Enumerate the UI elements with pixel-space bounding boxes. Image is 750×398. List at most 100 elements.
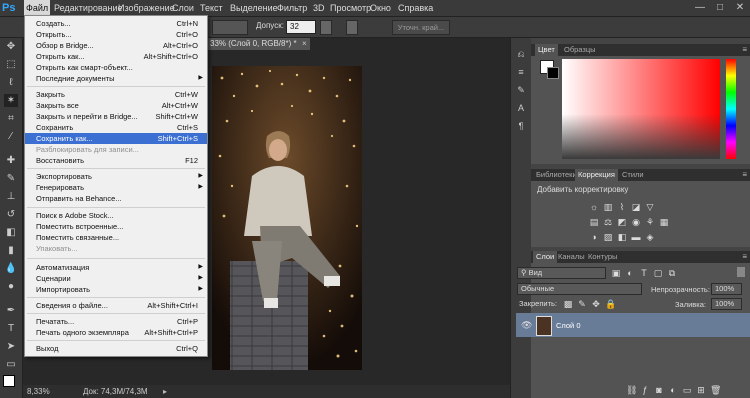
vibrance-icon[interactable]: ▽ xyxy=(645,202,655,212)
anti-alias-checkbox[interactable] xyxy=(320,20,332,35)
menu-item-place-embedded[interactable]: Поместить встроенные... xyxy=(25,221,207,232)
panel-menu-icon[interactable]: ≡ xyxy=(742,169,747,181)
threshold-icon[interactable]: ◧ xyxy=(617,232,627,242)
levels-icon[interactable]: ▥ xyxy=(603,202,613,212)
curves-icon[interactable]: ⌇ xyxy=(617,202,627,212)
marquee-tool-icon[interactable]: ⬚ xyxy=(4,58,18,71)
menu-item-exit[interactable]: Выход Ctrl+Q xyxy=(25,343,207,354)
minimize-button[interactable]: — xyxy=(690,0,710,16)
visibility-eye-icon[interactable]: 👁 xyxy=(521,320,532,331)
menu-item-search-stock[interactable]: Поиск в Adobe Stock... xyxy=(25,210,207,221)
contiguous-checkbox[interactable] xyxy=(346,20,358,35)
rectangle-tool-icon[interactable]: ▭ xyxy=(4,358,18,371)
hue-slider[interactable] xyxy=(726,59,736,159)
tab-libraries[interactable]: Библиотеки xyxy=(533,169,580,181)
menu-item-browse-bridge[interactable]: Обзор в Bridge... Alt+Ctrl+O xyxy=(25,40,207,51)
gradient-map-icon[interactable]: ▬ xyxy=(631,232,641,242)
maximize-button[interactable]: □ xyxy=(710,0,730,16)
character-panel-icon[interactable]: A xyxy=(515,102,527,114)
document-close-icon[interactable]: × xyxy=(302,38,310,50)
new-group-icon[interactable]: ▭ xyxy=(682,385,692,395)
color-lookup-icon[interactable]: ▦ xyxy=(659,217,669,227)
lock-position-icon[interactable]: ✥ xyxy=(591,299,601,309)
menu-item-generate[interactable]: Генерировать ▶ xyxy=(25,182,207,193)
menu-item-print-one-copy[interactable]: Печать одного экземпляра Alt+Shift+Ctrl+P xyxy=(25,327,207,338)
photo-filter-icon[interactable]: ◉ xyxy=(631,217,641,227)
layer-name[interactable]: Слой 0 xyxy=(556,321,581,330)
paragraph-panel-icon[interactable]: ¶ xyxy=(515,120,527,132)
menu-item-open-smart-object[interactable]: Открыть как смарт-объект... xyxy=(25,62,207,73)
color-field[interactable] xyxy=(562,59,720,159)
fill-input[interactable]: 100% xyxy=(711,298,742,310)
filter-smart-icon[interactable]: ⧉ xyxy=(667,268,677,278)
document-image[interactable] xyxy=(212,66,362,370)
menu-3d[interactable]: 3D xyxy=(311,0,327,16)
black-white-icon[interactable]: ◩ xyxy=(617,217,627,227)
background-color-swatch[interactable] xyxy=(547,67,559,79)
brush-tool-icon[interactable]: ✎ xyxy=(4,172,18,185)
foreground-color-swatch[interactable] xyxy=(3,375,15,387)
gradient-tool-icon[interactable]: ▮ xyxy=(4,244,18,257)
menu-item-open[interactable]: Открыть... Ctrl+O xyxy=(25,29,207,40)
menu-item-save[interactable]: Сохранить Ctrl+S xyxy=(25,122,207,133)
eyedropper-tool-icon[interactable]: ⁄ xyxy=(4,130,18,143)
sample-size-select[interactable] xyxy=(212,20,248,35)
menu-item-open-as[interactable]: Открыть как... Alt+Shift+Ctrl+O xyxy=(25,51,207,62)
opacity-input[interactable]: 100% xyxy=(711,283,742,295)
color-balance-icon[interactable]: ⚖ xyxy=(603,217,613,227)
menu-item-package[interactable]: Упаковать... xyxy=(25,243,207,254)
menu-item-close[interactable]: Закрыть Ctrl+W xyxy=(25,89,207,100)
menu-item-export[interactable]: Экспортировать ▶ xyxy=(25,171,207,182)
document-tab[interactable]: 33% (Слой 0, RGB/8*) * xyxy=(208,38,310,50)
menu-item-scripts[interactable]: Сценарии ▶ xyxy=(25,273,207,284)
layer-filter-select[interactable]: ⚲ Вид xyxy=(517,267,606,279)
lock-all-icon[interactable]: 🔒 xyxy=(605,299,616,309)
layer-row[interactable]: 👁 Слой 0 xyxy=(516,313,750,337)
menu-window[interactable]: Окно xyxy=(368,0,393,16)
filter-type-icon[interactable]: T xyxy=(639,268,649,278)
delete-layer-icon[interactable]: 🗑 xyxy=(710,385,721,395)
lock-paint-icon[interactable]: ✎ xyxy=(577,299,587,309)
adjustment-layer-icon[interactable]: ◐ xyxy=(668,385,678,395)
tab-swatches[interactable]: Образцы xyxy=(561,44,599,56)
channel-mixer-icon[interactable]: ⚘ xyxy=(645,217,655,227)
menu-edit[interactable]: Редактирование xyxy=(52,0,125,16)
menu-item-revert[interactable]: Восстановить F12 xyxy=(25,155,207,166)
tab-color[interactable]: Цвет xyxy=(535,44,558,56)
link-layers-icon[interactable]: ⛓ xyxy=(626,385,637,395)
close-button[interactable]: ✕ xyxy=(730,0,750,16)
blur-tool-icon[interactable]: 💧 xyxy=(4,262,18,275)
history-brush-icon[interactable]: ↺ xyxy=(4,208,18,221)
lock-pixels-icon[interactable]: ▩ xyxy=(563,299,573,309)
menu-item-unlock-write[interactable]: Разблокировать для записи... xyxy=(25,144,207,155)
menu-image[interactable]: Изображение xyxy=(116,0,177,16)
exposure-icon[interactable]: ◪ xyxy=(631,202,641,212)
history-panel-icon[interactable]: ⎌ xyxy=(515,48,527,60)
menu-item-import[interactable]: Импортировать ▶ xyxy=(25,284,207,295)
refine-edge-button[interactable]: Уточн. край... xyxy=(392,20,450,35)
path-selection-icon[interactable]: ➤ xyxy=(4,340,18,353)
filter-pixel-icon[interactable]: ▣ xyxy=(611,268,621,278)
zoom-level[interactable]: 8,33% xyxy=(27,385,50,398)
posterize-icon[interactable]: ▨ xyxy=(603,232,613,242)
magic-wand-tool-icon[interactable]: ✶ xyxy=(4,94,18,107)
tab-adjustments[interactable]: Коррекция xyxy=(575,169,618,181)
new-layer-icon[interactable]: ⊞ xyxy=(696,385,706,395)
brush-panel-icon[interactable]: ✎ xyxy=(515,84,527,96)
move-tool-icon[interactable]: ✥ xyxy=(4,40,18,53)
menu-item-new[interactable]: Создать... Ctrl+N xyxy=(25,18,207,29)
menu-help[interactable]: Справка xyxy=(396,0,435,16)
selective-color-icon[interactable]: ◈ xyxy=(645,232,655,242)
layer-style-icon[interactable]: ƒ xyxy=(640,385,650,395)
dodge-tool-icon[interactable]: ● xyxy=(4,280,18,293)
menu-type[interactable]: Текст xyxy=(198,0,225,16)
hue-saturation-icon[interactable]: ▤ xyxy=(589,217,599,227)
filter-adjust-icon[interactable]: ◐ xyxy=(625,268,635,278)
menu-item-recent[interactable]: Последние документы ▶ xyxy=(25,73,207,84)
menu-layers[interactable]: Слои xyxy=(170,0,196,16)
clone-stamp-icon[interactable]: ⊥ xyxy=(4,190,18,203)
brightness-icon[interactable]: ☼ xyxy=(589,202,599,212)
eraser-tool-icon[interactable]: ◧ xyxy=(4,226,18,239)
tab-styles[interactable]: Стили xyxy=(619,169,647,181)
menu-item-place-linked[interactable]: Поместить связанные... xyxy=(25,232,207,243)
